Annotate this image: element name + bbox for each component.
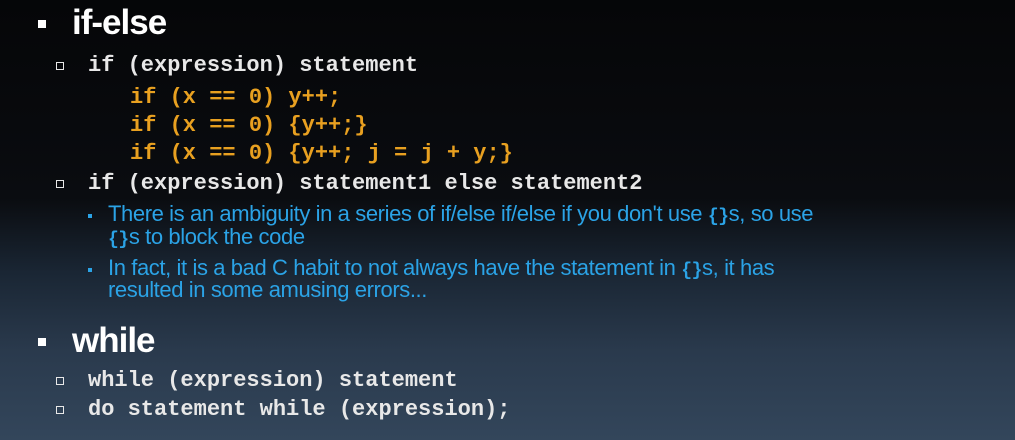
syntax-while: while (expression) statement (88, 368, 458, 393)
heading-if-else: if-else (72, 3, 167, 42)
heading-while: while (72, 321, 156, 360)
syntax-if-else: if (expression) statement1 else statemen… (88, 171, 643, 196)
sub-bullet (56, 180, 64, 188)
braces-code: {} (681, 261, 703, 281)
braces-code: {} (108, 230, 129, 250)
code-example-1: if (x == 0) y++; (130, 85, 342, 110)
heading-bullet (38, 338, 46, 346)
slide: if-else if (expression) statement if (x … (0, 0, 1015, 440)
ambiguity-text-3: s to block the code (128, 224, 305, 249)
code-example-2: if (x == 0) {y++;} (130, 113, 368, 138)
ambiguity-text-1: There is an ambiguity in a series of if/… (108, 201, 708, 226)
habit-text-2: s, it has (702, 255, 775, 280)
sub-bullet (56, 377, 64, 385)
ambiguity-note-line2: {}s to block the code (108, 226, 305, 251)
sub-bullet (56, 406, 64, 414)
ambiguity-text-2: s, so use (728, 201, 814, 226)
code-example-3: if (x == 0) {y++; j = j + y;} (130, 141, 513, 166)
syntax-do-while: do statement while (expression); (88, 397, 511, 422)
syntax-if: if (expression) statement (88, 53, 419, 78)
sub-bullet (56, 62, 64, 70)
habit-note-line2: resulted in some amusing errors... (108, 277, 427, 302)
text-bullet (88, 268, 92, 272)
text-bullet (88, 214, 92, 218)
braces-code: {} (707, 207, 729, 227)
heading-bullet (38, 20, 46, 28)
